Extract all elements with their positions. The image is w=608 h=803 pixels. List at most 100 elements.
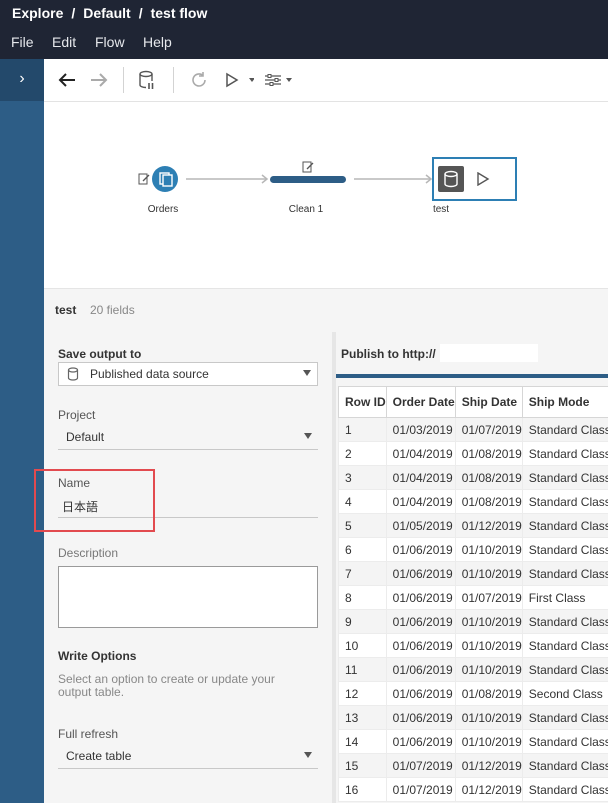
table-cell: 10 xyxy=(338,633,387,658)
table-cell: 01/12/2019 xyxy=(454,777,523,802)
orders-node[interactable] xyxy=(152,166,178,192)
table-cell: 01/07/2019 xyxy=(454,585,523,610)
description-textarea[interactable] xyxy=(58,566,318,628)
step-name: test xyxy=(55,303,77,317)
table-cell: 01/12/2019 xyxy=(454,753,523,778)
table-cell: Standard Class xyxy=(521,633,608,658)
forward-button[interactable] xyxy=(88,67,110,93)
table-cell: Standard Class xyxy=(521,657,608,682)
table-cell: 01/05/2019 xyxy=(385,513,456,538)
table-cell: 01/07/2019 xyxy=(454,417,523,442)
table-cell: 01/06/2019 xyxy=(385,729,456,754)
table-cell: Standard Class xyxy=(521,489,608,514)
menu-help[interactable]: Help xyxy=(143,34,172,50)
table-cell: 7 xyxy=(338,561,387,586)
full-refresh-select[interactable]: Create table xyxy=(58,745,318,769)
column-header[interactable]: Ship Date xyxy=(454,386,523,418)
project-value: Default xyxy=(66,430,105,444)
view-options-button[interactable] xyxy=(262,67,294,93)
table-row: 15 01/07/2019 01/12/2019 Standard Class xyxy=(338,753,608,778)
back-button[interactable] xyxy=(56,67,78,93)
refresh-button[interactable] xyxy=(187,67,211,93)
table-row: 6 01/06/2019 01/10/2019 Standard Class xyxy=(338,537,608,562)
menu-file[interactable]: File xyxy=(11,34,34,50)
preview-table: Row ID Order Date Ship Date Ship Mode 10… xyxy=(338,386,608,802)
table-cell: Standard Class xyxy=(521,465,608,490)
table-cell: Second Class xyxy=(521,681,608,706)
breadcrumb-explore[interactable]: Explore xyxy=(12,5,63,21)
toolbar-divider xyxy=(123,67,124,93)
run-output-icon[interactable] xyxy=(476,172,490,186)
publish-url-field xyxy=(440,344,538,362)
expand-sidebar-button[interactable]: › xyxy=(0,59,44,101)
breadcrumb-project[interactable]: Default xyxy=(83,5,130,21)
table-header-row: Row ID Order Date Ship Date Ship Mode xyxy=(338,386,608,418)
table-cell: 01/04/2019 xyxy=(385,465,456,490)
breadcrumb: Explore / Default / test flow xyxy=(0,0,608,28)
clean-node[interactable] xyxy=(270,176,346,183)
output-node-label: test xyxy=(432,204,450,215)
arrow-right-icon xyxy=(91,73,108,87)
table-cell: 15 xyxy=(338,753,387,778)
chevron-down-icon xyxy=(304,433,312,439)
project-select[interactable]: Default xyxy=(58,426,318,450)
save-output-label: Save output to xyxy=(58,347,142,361)
table-cell: 01/07/2019 xyxy=(385,777,456,802)
breadcrumb-flow: test flow xyxy=(150,5,208,21)
column-header[interactable]: Order Date xyxy=(385,386,456,418)
table-row: 9 01/06/2019 01/10/2019 Standard Class xyxy=(338,609,608,634)
table-row: 16 01/07/2019 01/12/2019 Standard Class xyxy=(338,777,608,802)
table-cell: Standard Class xyxy=(521,537,608,562)
database-icon xyxy=(67,367,79,381)
table-cell: 01/04/2019 xyxy=(385,441,456,466)
table-cell: 01/06/2019 xyxy=(385,585,456,610)
table-cell: 01/06/2019 xyxy=(385,561,456,586)
table-cell: 01/08/2019 xyxy=(454,489,523,514)
save-output-value: Published data source xyxy=(90,367,209,381)
description-label: Description xyxy=(58,546,119,560)
table-cell: First Class xyxy=(521,585,608,610)
table-cell: Standard Class xyxy=(521,729,608,754)
side-panel: › xyxy=(0,59,44,803)
chevron-down-icon xyxy=(303,370,311,376)
column-header[interactable]: Row ID xyxy=(338,386,387,418)
column-header[interactable]: Ship Mode xyxy=(521,386,608,418)
arrow-left-icon xyxy=(58,73,75,87)
table-cell: Standard Class xyxy=(521,705,608,730)
save-output-select[interactable]: Published data source xyxy=(58,362,318,386)
run-flow-button[interactable] xyxy=(222,67,256,93)
toolbar-divider xyxy=(173,67,174,93)
menu-edit[interactable]: Edit xyxy=(52,34,76,50)
table-cell: 01/08/2019 xyxy=(454,441,523,466)
table-cell: Standard Class xyxy=(521,753,608,778)
table-cell: Standard Class xyxy=(521,513,608,538)
output-node-badge xyxy=(438,166,464,192)
output-node[interactable] xyxy=(432,157,517,201)
menu-flow[interactable]: Flow xyxy=(95,34,125,50)
database-icon xyxy=(444,170,458,188)
table-cell: 6 xyxy=(338,537,387,562)
breadcrumb-separator: / xyxy=(138,5,143,21)
table-cell: 4 xyxy=(338,489,387,514)
table-cell: 9 xyxy=(338,609,387,634)
table-cell: 01/06/2019 xyxy=(385,609,456,634)
table-cell: 1 xyxy=(338,417,387,442)
data-source-button[interactable] xyxy=(136,67,158,93)
table-cell: 01/06/2019 xyxy=(385,537,456,562)
table-cell: Standard Class xyxy=(521,609,608,634)
output-preview: Publish to http:// Row ID Order Date Shi… xyxy=(336,332,608,803)
name-field-highlight xyxy=(34,469,155,532)
table-cell: 01/04/2019 xyxy=(385,489,456,514)
table-cell: 8 xyxy=(338,585,387,610)
table-cell: 16 xyxy=(338,777,387,802)
input-table-icon xyxy=(159,172,173,187)
table-cell: 3 xyxy=(338,465,387,490)
table-row: 12 01/06/2019 01/08/2019 Second Class xyxy=(338,681,608,706)
table-cell: 01/06/2019 xyxy=(385,681,456,706)
table-cell: 12 xyxy=(338,681,387,706)
table-row: 1 01/03/2019 01/07/2019 Standard Class xyxy=(338,417,608,442)
table-row: 10 01/06/2019 01/10/2019 Standard Class xyxy=(338,633,608,658)
play-dropdown-icon xyxy=(226,72,254,88)
table-cell: 01/06/2019 xyxy=(385,705,456,730)
table-row: 3 01/04/2019 01/08/2019 Standard Class xyxy=(338,465,608,490)
